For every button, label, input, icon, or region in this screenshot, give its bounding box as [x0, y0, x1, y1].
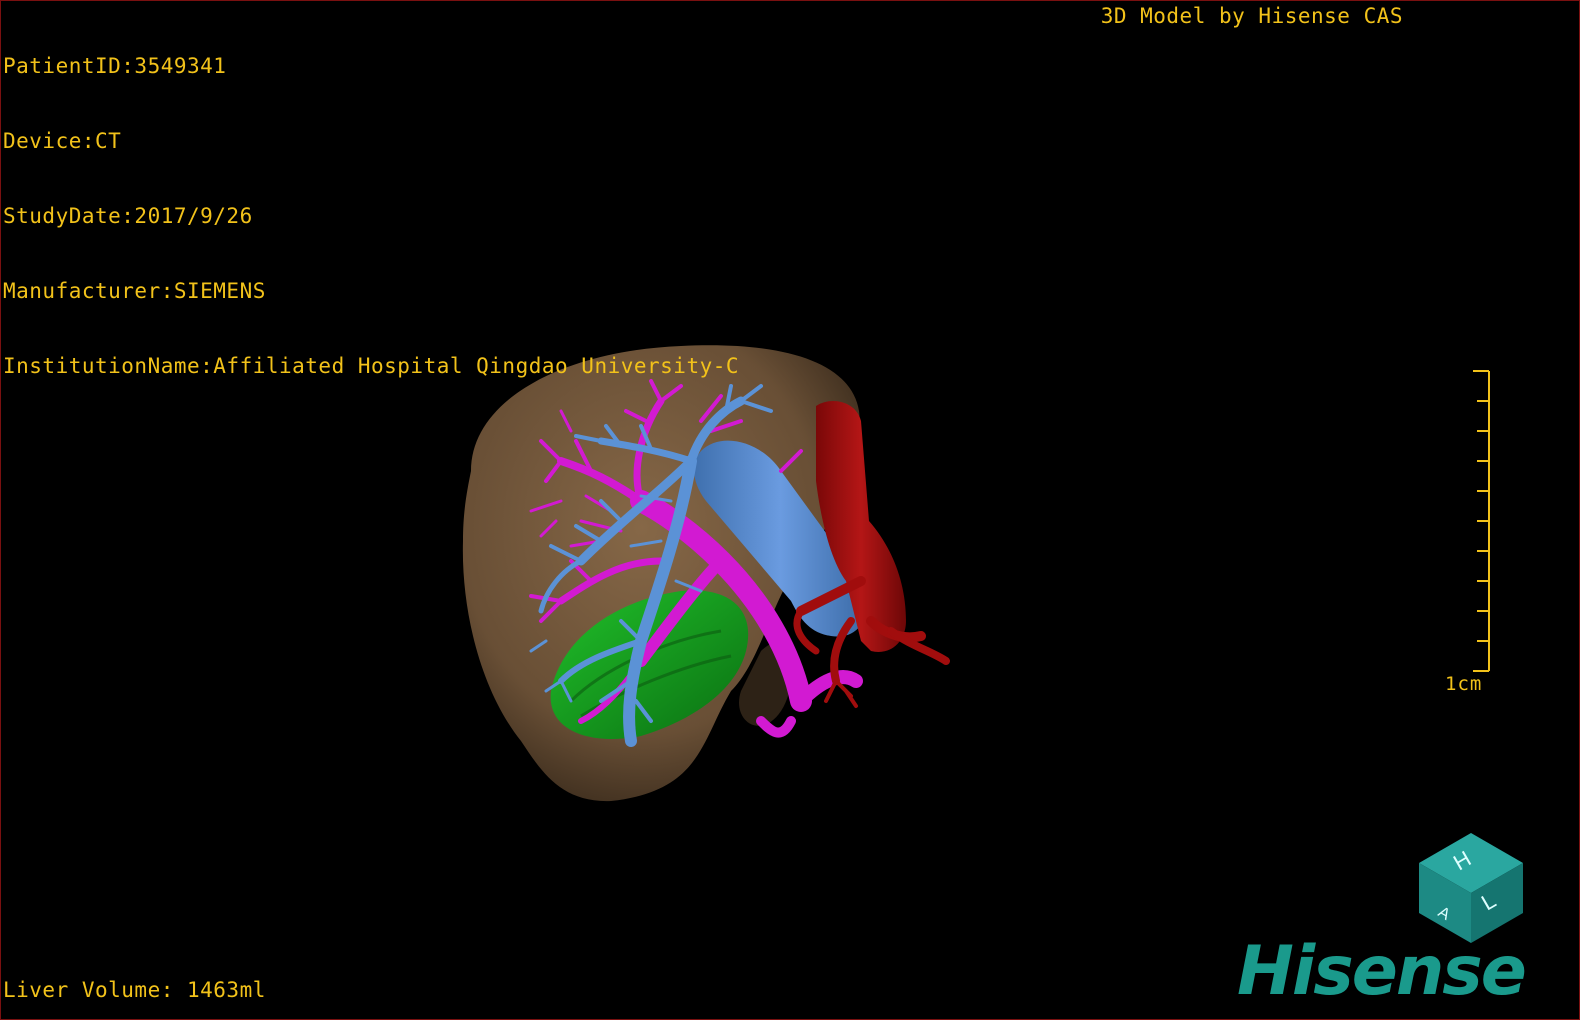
- app-credit: 3D Model by Hisense CAS: [1100, 4, 1403, 28]
- manufacturer: Manufacturer:SIEMENS: [3, 279, 266, 303]
- scale-label: 1cm: [1445, 673, 1483, 695]
- dicom-info-overlay: PatientID:3549341 Device:CT StudyDate:20…: [3, 4, 739, 429]
- device: Device:CT: [3, 129, 122, 153]
- institution-name: InstitutionName:Affiliated Hospital Qing…: [3, 354, 740, 378]
- orientation-cube[interactable]: H L A: [1411, 827, 1531, 947]
- hisense-logo: Hisense: [1237, 932, 1527, 1011]
- scale-bar: [1473, 370, 1490, 672]
- patient-id: PatientID:3549341: [3, 54, 227, 78]
- study-date: StudyDate:2017/9/26: [3, 204, 253, 228]
- liver-volume: Liver Volume: 1463ml: [3, 978, 266, 1002]
- 3d-viewport[interactable]: PatientID:3549341 Device:CT StudyDate:20…: [0, 0, 1580, 1020]
